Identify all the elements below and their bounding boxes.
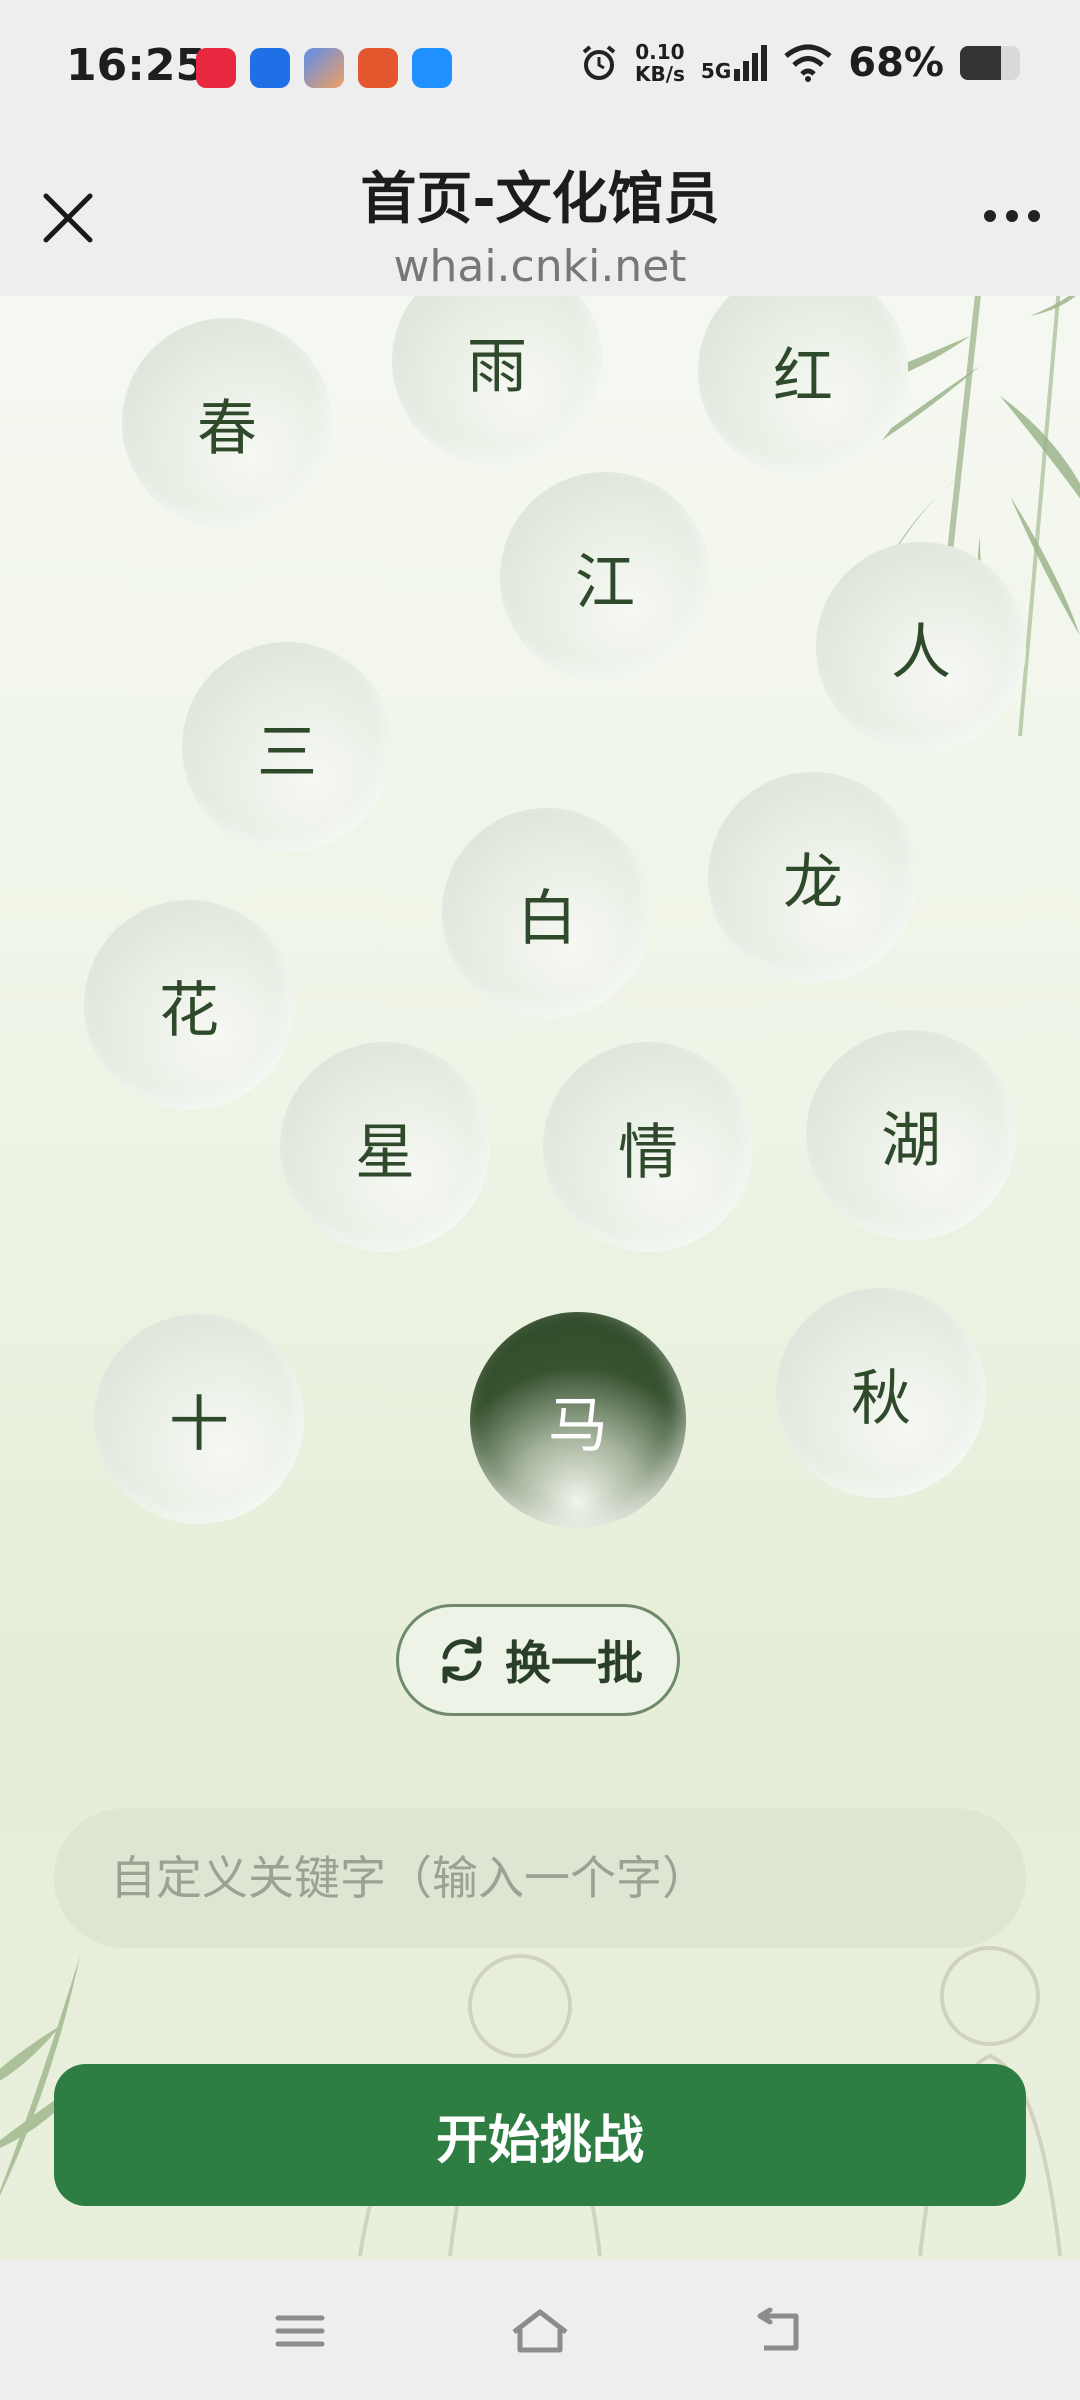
more-dot — [984, 210, 996, 222]
char-bubble-ma-selected[interactable]: 马 — [470, 1312, 686, 1528]
char-bubble-qiu[interactable]: 秋 — [776, 1288, 986, 1498]
battery-icon — [960, 46, 1020, 80]
refresh-batch-button[interactable]: 换一批 — [396, 1604, 680, 1716]
page-title: 首页-文化馆员 — [360, 167, 720, 232]
xiaohongshu-app-icon — [196, 48, 236, 88]
char-bubble-xing[interactable]: 星 — [280, 1042, 490, 1252]
notification-app-icons — [196, 48, 452, 88]
char-bubble-hu[interactable]: 湖 — [806, 1030, 1016, 1240]
status-indicators: 0.10 KB/s 5G 68% — [579, 40, 1020, 86]
more-icon[interactable] — [984, 210, 1040, 222]
char-bubble-shi[interactable]: 十 — [94, 1314, 304, 1524]
app-icon-sky — [412, 48, 452, 88]
start-challenge-button[interactable]: 开始挑战 — [54, 2064, 1026, 2206]
status-time: 16:25 — [66, 40, 207, 91]
char-bubble-yu[interactable]: 雨 — [392, 296, 602, 466]
refresh-label: 换一批 — [505, 1636, 643, 1690]
app-icon-gradient — [304, 48, 344, 88]
char-bubble-qing[interactable]: 情 — [543, 1042, 753, 1252]
char-bubble-hua[interactable]: 花 — [84, 900, 294, 1110]
custom-keyword-input[interactable] — [54, 1808, 1026, 1948]
char-bubble-ren[interactable]: 人 — [816, 542, 1026, 752]
app-icon-blue — [250, 48, 290, 88]
page-domain: whai.cnki.net — [393, 241, 687, 292]
back-icon[interactable] — [748, 2306, 812, 2356]
home-icon[interactable] — [508, 2306, 572, 2356]
status-bar: 16:25 0.10 KB/s 5G 68% — [0, 0, 1080, 140]
wifi-icon — [784, 44, 832, 82]
net-speed: 0.10 KB/s — [635, 41, 685, 85]
alarm-icon — [582, 45, 616, 80]
network-type: 5G — [700, 59, 732, 83]
char-bubble-san[interactable]: 三 — [182, 642, 392, 852]
system-nav-bar — [0, 2260, 1080, 2400]
refresh-icon — [442, 1636, 482, 1684]
app-icon-orange — [358, 48, 398, 88]
more-dot — [1006, 210, 1018, 222]
menu-icon[interactable] — [268, 2306, 332, 2356]
char-bubble-long[interactable]: 龙 — [708, 772, 918, 982]
char-bubble-jiang[interactable]: 江 — [500, 472, 710, 682]
char-bubble-bai[interactable]: 白 — [442, 808, 652, 1018]
char-bubble-chun[interactable]: 春 — [122, 318, 332, 528]
net-speed-unit: KB/s — [634, 62, 685, 86]
header-title-block: 首页-文化馆员 whai.cnki.net — [0, 154, 1080, 292]
browser-header: 首页-文化馆员 whai.cnki.net — [0, 140, 1080, 296]
battery-percent: 68% — [848, 40, 944, 86]
more-dot — [1028, 210, 1040, 222]
cell-signal: 5G — [701, 45, 768, 81]
net-speed-value: 0.10 — [635, 40, 685, 64]
main-content: 春 雨 红 江 人 三 龙 白 花 星 情 湖 十 马 秋 换一批 开始挑战 — [0, 296, 1080, 2260]
signal-bars-icon — [734, 45, 768, 81]
battery-level — [960, 46, 1001, 80]
